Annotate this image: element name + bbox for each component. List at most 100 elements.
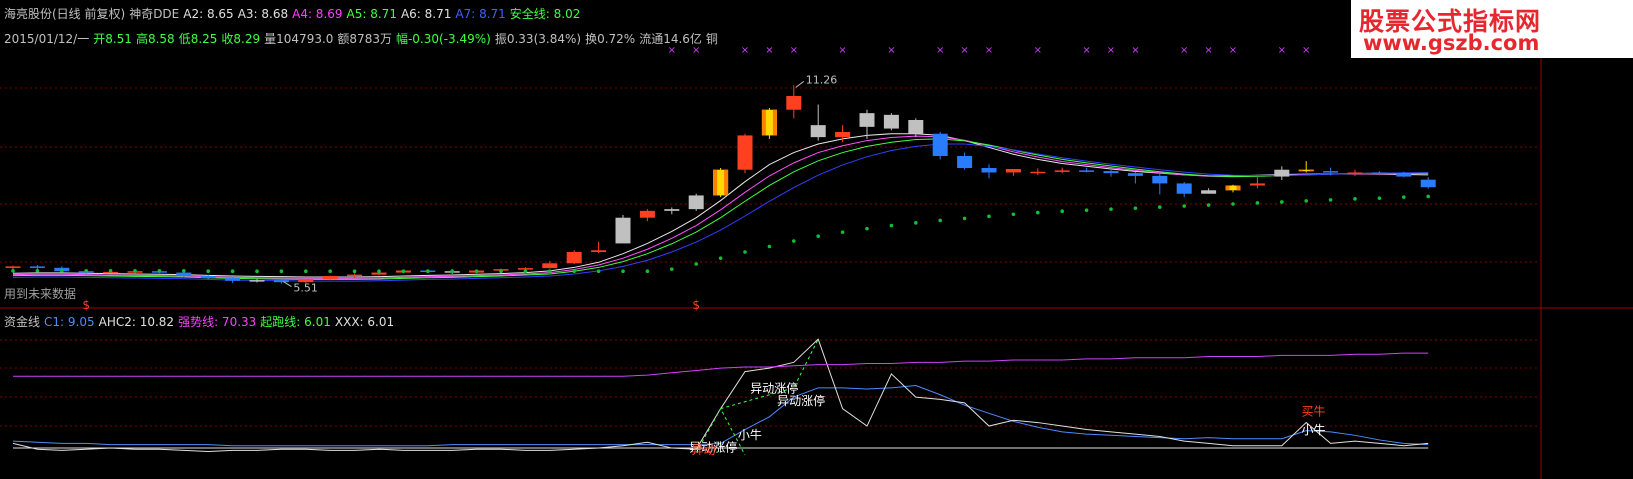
- candle-52[interactable]: [1274, 166, 1290, 180]
- safe-dot-31: [767, 244, 772, 249]
- safe-dot-1: [35, 269, 40, 273]
- safe-dot-40: [987, 214, 991, 219]
- safe-dot-3: [84, 269, 88, 273]
- candle-48[interactable]: [1176, 182, 1192, 198]
- candle-35[interactable]: [859, 109, 875, 139]
- bar-info-bar: 2015/01/12/一 开8.51 高8.58 低8.25 收8.29 量104793.…: [4, 30, 722, 47]
- safe-dot-37: [914, 221, 918, 225]
- candle-40[interactable]: [981, 164, 997, 179]
- x-marker-7: ×: [936, 45, 944, 56]
- candle-29[interactable]: [713, 168, 729, 198]
- candle-50[interactable]: [1225, 184, 1241, 193]
- x-marker-14: ×: [1180, 45, 1188, 56]
- candle-45[interactable]: [1103, 169, 1119, 177]
- candle-39[interactable]: [957, 152, 973, 170]
- safe-dot-15: [377, 269, 381, 274]
- candle-30[interactable]: [737, 133, 753, 174]
- candle-body-34: [835, 132, 851, 138]
- candle-body-54: [1323, 171, 1339, 173]
- candle-36[interactable]: [883, 113, 899, 131]
- safe-dot-58: [1426, 194, 1430, 199]
- info-item-9: 换0.72%: [585, 32, 636, 46]
- safe-dot-29: [718, 256, 723, 260]
- x-markers: ××××××××××××××××××××××: [668, 45, 1433, 56]
- candle-edge-r-53: [1309, 169, 1314, 172]
- candle-body-27: [664, 209, 680, 211]
- candle-body-0: [5, 266, 21, 268]
- safe-dot-4: [108, 269, 113, 273]
- safe-dot-46: [1133, 206, 1138, 210]
- candle-body-21: [517, 268, 533, 270]
- info-item-5: 量104793.0: [264, 32, 334, 46]
- candle-body-11: [273, 280, 289, 283]
- candle-32[interactable]: [786, 85, 802, 119]
- candle-43[interactable]: [1054, 167, 1070, 174]
- candle-28[interactable]: [688, 193, 704, 211]
- header-item-8: 安全线: 8.02: [509, 7, 581, 21]
- watermark-logo: 股票公式指标网 www.gszb.com: [1351, 0, 1633, 58]
- candle-58[interactable]: [1420, 177, 1436, 189]
- candle-55[interactable]: [1347, 169, 1363, 176]
- candle-body-9: [225, 278, 241, 281]
- x-marker-6: ×: [887, 45, 895, 56]
- candle-38[interactable]: [932, 132, 948, 160]
- candle-25[interactable]: [615, 214, 631, 244]
- safe-dot-28: [694, 262, 698, 266]
- candle-body-37: [908, 120, 924, 134]
- info-item-7: 幅-0.30(-3.49%): [395, 32, 491, 46]
- candle-body-33: [810, 125, 826, 138]
- candle-body-35: [859, 113, 875, 127]
- header-item-0: 海亮股份(日线 前复权): [4, 7, 126, 21]
- watermark-url: www.gszb.com: [1363, 31, 1540, 55]
- info-item-2: 高8.58: [135, 32, 175, 46]
- candlesticks[interactable]: [5, 85, 1436, 284]
- candle-body-23: [566, 252, 582, 264]
- candle-26[interactable]: [639, 209, 655, 222]
- header-item-7: A7: 8.71: [455, 7, 506, 21]
- candle-body-58: [1420, 179, 1436, 188]
- sub-header-item-1: C1: 9.05: [44, 315, 95, 329]
- footnote-future-data: 用到未来数据: [4, 286, 76, 301]
- candle-edge-r-31: [772, 109, 777, 136]
- safe-dot-43: [1060, 209, 1064, 213]
- candle-51[interactable]: [1249, 175, 1265, 189]
- safe-dot-57: [1402, 195, 1406, 199]
- chart-canvas: ×××××××××××××××××××××× 11.265.51$$用到未来数据…: [0, 0, 1633, 479]
- candle-46[interactable]: [1127, 171, 1143, 184]
- candle-body-43: [1054, 170, 1070, 172]
- annotation-label-0: 11.26: [806, 73, 838, 86]
- candle-27[interactable]: [664, 207, 680, 215]
- sub-header-item-4: 起跑线: 6.01: [260, 315, 331, 329]
- sub-line-0: [12, 384, 1429, 447]
- candle-body-51: [1249, 183, 1265, 186]
- candle-49[interactable]: [1201, 188, 1217, 194]
- safe-dot-11: [279, 269, 284, 274]
- candle-body-52: [1274, 169, 1290, 177]
- candle-33[interactable]: [810, 104, 826, 141]
- header-item-2: A2: 8.65: [183, 7, 234, 21]
- safe-dot-30: [743, 250, 747, 254]
- candle-41[interactable]: [1005, 169, 1021, 176]
- candle-31[interactable]: [761, 108, 777, 139]
- candle-47[interactable]: [1152, 173, 1168, 195]
- info-item-3: 低8.25: [178, 32, 218, 46]
- header-item-5: A5: 8.71: [346, 7, 397, 21]
- safe-dot-25: [621, 269, 625, 274]
- candle-24[interactable]: [591, 241, 607, 254]
- candle-42[interactable]: [1030, 168, 1046, 176]
- candle-edge-l-53: [1298, 169, 1303, 172]
- candle-44[interactable]: [1079, 167, 1095, 173]
- safe-dot-49: [1206, 203, 1211, 207]
- candle-body-24: [591, 250, 607, 252]
- marker-0: $: [82, 298, 90, 312]
- x-marker-10: ×: [1034, 45, 1042, 56]
- candle-23[interactable]: [566, 250, 582, 264]
- safe-line-dots: [11, 194, 1430, 274]
- candle-body-38: [932, 133, 948, 156]
- candle-0[interactable]: [5, 265, 21, 270]
- safe-dot-22: [548, 269, 552, 274]
- candle-53[interactable]: [1298, 161, 1314, 173]
- ma-line-A7: [12, 143, 1429, 282]
- x-marker-5: ×: [838, 45, 846, 56]
- safe-dot-9: [230, 269, 235, 274]
